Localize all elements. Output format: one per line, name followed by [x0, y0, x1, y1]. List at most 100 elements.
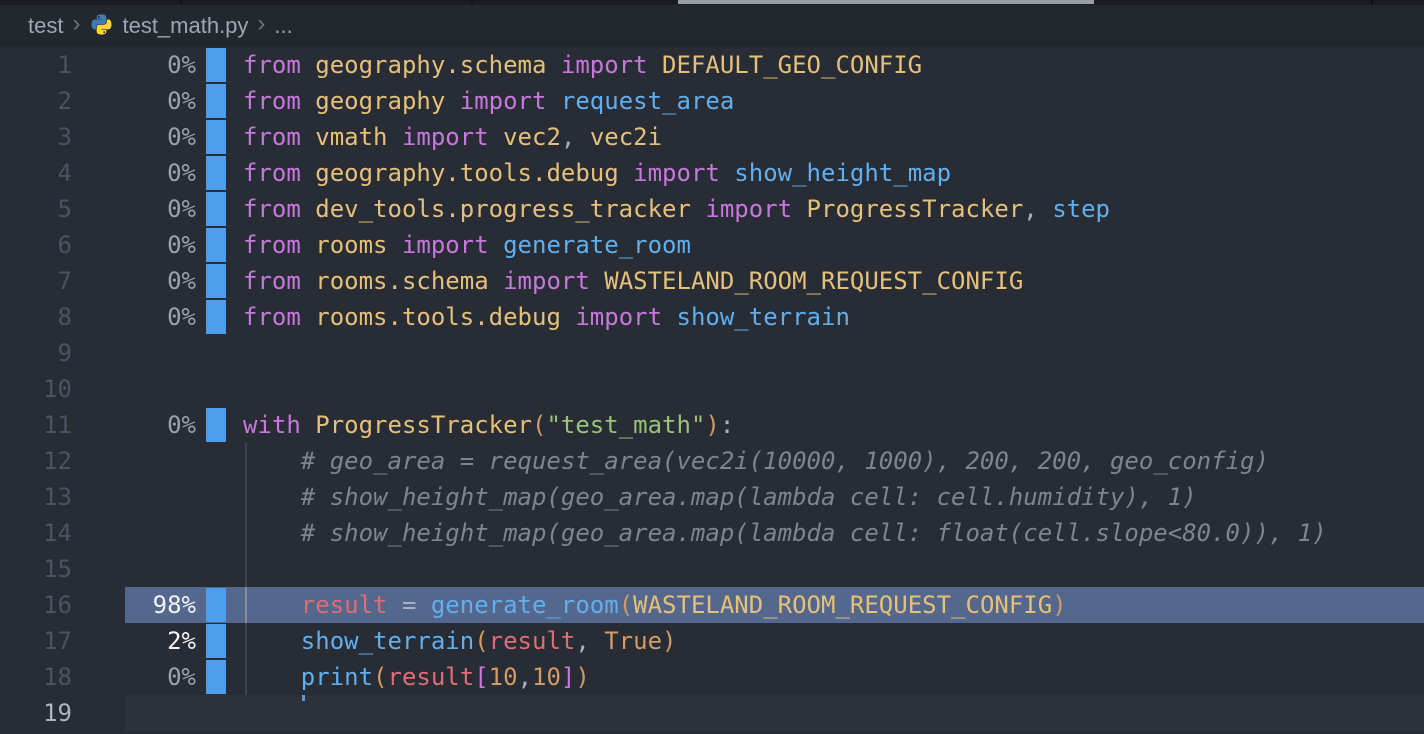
- token: dev_tools.progress_tracker: [315, 195, 705, 223]
- code-row[interactable]: 10%from geography.schema import DEFAULT_…: [0, 47, 1424, 83]
- code-line[interactable]: [243, 551, 1424, 587]
- coverage-percent: 0%: [72, 299, 196, 335]
- tab-scrollbar-thumb[interactable]: [678, 0, 1094, 4]
- coverage-percent: 0%: [72, 191, 196, 227]
- gutter-decoration-column: [196, 659, 243, 695]
- token: ,: [1023, 195, 1052, 223]
- code-line[interactable]: # geo_area = request_area(vec2i(10000, 1…: [243, 443, 1424, 479]
- code-line[interactable]: from geography.schema import DEFAULT_GEO…: [243, 47, 1424, 83]
- line-number[interactable]: 13: [0, 479, 72, 515]
- line-number[interactable]: 10: [0, 371, 72, 407]
- code-row[interactable]: 9: [0, 335, 1424, 371]
- code-line[interactable]: from geography.tools.debug import show_h…: [243, 155, 1424, 191]
- code-row[interactable]: 70%from rooms.schema import WASTELAND_RO…: [0, 263, 1424, 299]
- code-row[interactable]: 40% from geography.tools.debug import sho…: [0, 155, 1424, 191]
- line-number[interactable]: 14: [0, 515, 72, 551]
- token: from: [243, 123, 315, 151]
- line-number[interactable]: 2: [0, 83, 72, 119]
- line-number[interactable]: 17: [0, 623, 72, 659]
- gutter-decoration-column: [196, 551, 243, 587]
- coverage-percent: [72, 335, 196, 371]
- code-line[interactable]: from rooms.schema import WASTELAND_ROOM_…: [243, 263, 1424, 299]
- code-line[interactable]: # show_height_map(geo_area.map(lambda ce…: [243, 479, 1424, 515]
- line-number[interactable]: 12: [0, 443, 72, 479]
- coverage-indicator: [206, 156, 226, 190]
- token: [243, 663, 301, 691]
- code-editor[interactable]: 10%from geography.schema import DEFAULT_…: [0, 47, 1424, 731]
- line-number[interactable]: 9: [0, 335, 72, 371]
- code-line[interactable]: result = generate_room(WASTELAND_ROOM_RE…: [243, 587, 1424, 623]
- code-row[interactable]: 172% show_terrain(result, True): [0, 623, 1424, 659]
- line-number[interactable]: 4: [0, 155, 72, 191]
- line-number[interactable]: 18: [0, 659, 72, 695]
- token: DEFAULT_GEO_CONFIG: [662, 51, 922, 79]
- code-row[interactable]: 15: [0, 551, 1424, 587]
- code-line[interactable]: [243, 371, 1424, 407]
- tab-bar-edge: [0, 0, 1424, 5]
- coverage-indicator: [206, 48, 226, 82]
- tab-divider: [1371, 0, 1373, 5]
- line-number[interactable]: 7: [0, 263, 72, 299]
- coverage-percent: 0%: [72, 119, 196, 155]
- line-number[interactable]: 8: [0, 299, 72, 335]
- code-line[interactable]: [243, 695, 1424, 731]
- coverage-percent: 0%: [72, 155, 196, 191]
- gutter-decoration-column: [196, 119, 243, 155]
- code-row[interactable]: 19: [0, 695, 1424, 731]
- code-line[interactable]: print(result[10,10]): [243, 659, 1424, 695]
- code-line[interactable]: show_terrain(result, True): [243, 623, 1424, 659]
- token: (: [373, 663, 387, 691]
- coverage-indicator: [206, 588, 226, 622]
- token: show_terrain: [301, 627, 474, 655]
- token: from: [243, 231, 315, 259]
- token: from: [243, 159, 315, 187]
- code-line[interactable]: with ProgressTracker("test_math"):: [243, 407, 1424, 443]
- code-line[interactable]: from geography import request_area: [243, 83, 1424, 119]
- token: (: [474, 627, 488, 655]
- code-row-highlighted[interactable]: 1698% result = generate_room(WASTELAND_R…: [0, 587, 1424, 623]
- code-line[interactable]: from dev_tools.progress_tracker import P…: [243, 191, 1424, 227]
- line-number[interactable]: 11: [0, 407, 72, 443]
- code-row[interactable]: 180% print(result[10,10]): [0, 659, 1424, 695]
- token: import: [402, 231, 503, 259]
- token: result: [388, 663, 475, 691]
- code-row[interactable]: 30% from vmath import vec2, vec2i: [0, 119, 1424, 155]
- line-number[interactable]: 1: [0, 47, 72, 83]
- token: from: [243, 267, 315, 295]
- code-line[interactable]: from vmath import vec2, vec2i: [243, 119, 1424, 155]
- token: rooms: [315, 231, 402, 259]
- breadcrumb-item-file[interactable]: test_math.py: [122, 13, 248, 39]
- code-row[interactable]: 20%from geography import request_area: [0, 83, 1424, 119]
- code-row[interactable]: 13 # show_height_map(geo_area.map(lambda…: [0, 479, 1424, 515]
- line-number[interactable]: 16: [0, 587, 72, 623]
- code-row[interactable]: 10: [0, 371, 1424, 407]
- token: ]: [561, 663, 575, 691]
- line-number[interactable]: 3: [0, 119, 72, 155]
- code-row[interactable]: 80% from rooms.tools.debug import show_te…: [0, 299, 1424, 335]
- coverage-percent: 0%: [72, 227, 196, 263]
- token: show_terrain: [677, 303, 850, 331]
- token: # show_height_map(geo_area.map(lambda ce…: [243, 519, 1327, 547]
- code-line[interactable]: from rooms.tools.debug import show_terra…: [243, 299, 1424, 335]
- code-row[interactable]: 14 # show_height_map(geo_area.map(lambda…: [0, 515, 1424, 551]
- code-row[interactable]: 60% from rooms import generate_room: [0, 227, 1424, 263]
- code-row[interactable]: 12 # geo_area = request_area(vec2i(10000…: [0, 443, 1424, 479]
- coverage-indicator: [206, 660, 226, 694]
- line-number[interactable]: 19: [0, 695, 72, 731]
- code-row[interactable]: 50% from dev_tools.progress_tracker impor…: [0, 191, 1424, 227]
- line-number[interactable]: 15: [0, 551, 72, 587]
- gutter-decoration-column: [196, 371, 243, 407]
- token: 10: [489, 663, 518, 691]
- code-row[interactable]: 110%with ProgressTracker("test_math"):: [0, 407, 1424, 443]
- code-line[interactable]: # show_height_map(geo_area.map(lambda ce…: [243, 515, 1424, 551]
- coverage-percent: 0%: [72, 659, 196, 695]
- breadcrumb-item-folder[interactable]: test: [28, 13, 63, 39]
- token: ): [575, 663, 589, 691]
- line-number[interactable]: 5: [0, 191, 72, 227]
- line-number[interactable]: 6: [0, 227, 72, 263]
- breadcrumb-symbol[interactable]: ...: [274, 13, 292, 39]
- token: import: [575, 303, 676, 331]
- code-line[interactable]: from rooms import generate_room: [243, 227, 1424, 263]
- code-line[interactable]: [243, 335, 1424, 371]
- gutter-decoration-column: [196, 191, 243, 227]
